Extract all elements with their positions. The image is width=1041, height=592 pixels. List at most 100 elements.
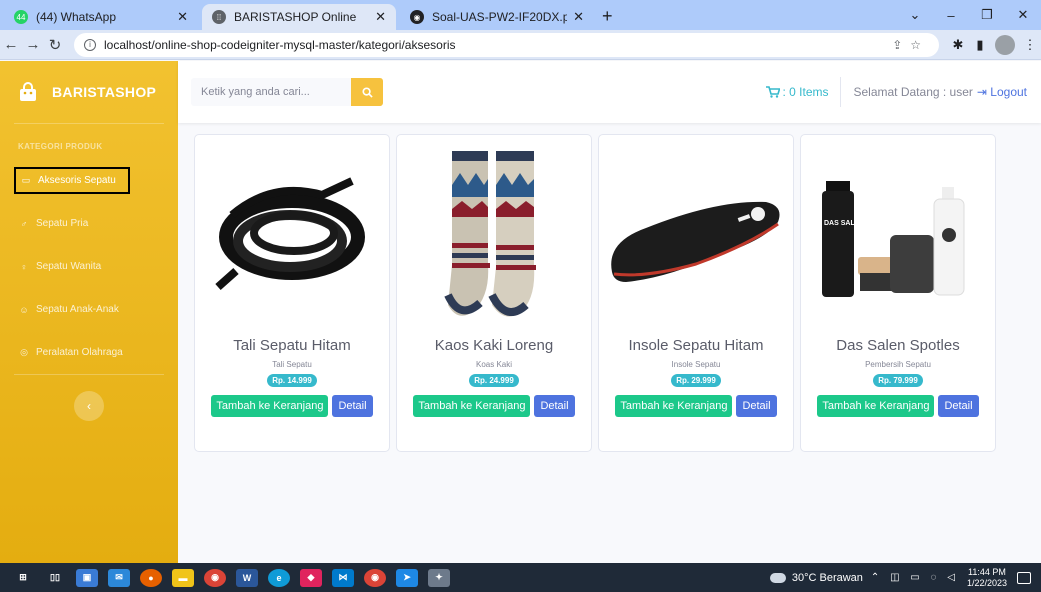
product-card: Insole Sepatu Hitam Insole Sepatu Rp. 29…: [598, 134, 794, 452]
arrow-app-icon[interactable]: ➤: [396, 568, 418, 587]
detail-button[interactable]: Detail: [332, 395, 373, 417]
product-name: Tali Sepatu Hitam: [233, 337, 351, 354]
browser-tab-bar: 44 (44) WhatsApp ✕ ⁞⁞ BARISTASHOP Online…: [0, 0, 1041, 30]
price-badge: Rp. 24.999: [469, 374, 519, 387]
add-to-cart-button[interactable]: Tambah ke Keranjang: [211, 395, 329, 417]
sidebar: BARISTASHOP KATEGORI PRODUK ▭ Aksesoris …: [0, 61, 178, 563]
product-actions: Tambah ke Keranjang Detail: [817, 395, 979, 417]
edge-icon[interactable]: e: [268, 568, 290, 587]
sidebar-toggle-button[interactable]: ‹: [74, 391, 104, 421]
cart-count: : 0 Items: [782, 85, 829, 99]
highlight-box: ▭ Aksesoris Sepatu: [14, 167, 130, 194]
sidebar-item-label: Sepatu Anak-Anak: [36, 304, 119, 315]
taskbar: ⊞ ▯▯ ▣ ✉ ● ▬ ◉ W e ◆ ⋈ ◉ ➤ ✦ 30°C Berawa…: [0, 563, 1041, 592]
restore-button[interactable]: ❐: [969, 7, 1005, 23]
reload-button[interactable]: ↻: [44, 36, 66, 54]
tray-icons[interactable]: ⌃ ◫ ▭ ◌ ◁: [871, 572, 959, 583]
shoe-icon: ▭: [21, 175, 31, 185]
mail-icon[interactable]: ✉: [108, 568, 130, 587]
profile-avatar[interactable]: [995, 34, 1015, 55]
weather-text[interactable]: 30°C Berawan: [792, 572, 863, 584]
bottle-label: DAS SALEN: [824, 220, 864, 227]
notification-icon[interactable]: [1017, 571, 1031, 584]
new-tab-button[interactable]: +: [602, 4, 613, 30]
product-name: Insole Sepatu Hitam: [628, 337, 764, 354]
product-image: [202, 145, 382, 325]
product-card: Tali Sepatu Hitam Tali Sepatu Rp. 14.999…: [194, 134, 390, 452]
detail-button[interactable]: Detail: [736, 395, 777, 417]
firefox-icon[interactable]: ●: [140, 568, 162, 587]
ball-icon: ◎: [20, 347, 28, 357]
divider: [840, 77, 842, 107]
close-icon[interactable]: ✕: [573, 9, 584, 25]
vscode-icon[interactable]: ⋈: [332, 568, 354, 587]
chevron-left-icon: ‹: [87, 399, 91, 413]
tool-app-icon[interactable]: ✦: [428, 568, 450, 587]
sidebar-item-aksesoris-sepatu[interactable]: ▭ Aksesoris Sepatu: [0, 159, 178, 202]
task-view-icon[interactable]: ▯▯: [44, 569, 66, 587]
welcome-text: Selamat Datang : user: [853, 85, 973, 99]
cart-link[interactable]: : 0 Items: [766, 85, 828, 99]
app-icon[interactable]: ◆: [300, 568, 322, 587]
child-icon: ☺: [19, 304, 29, 315]
tab-baristashop[interactable]: ⁞⁞ BARISTASHOP Online ✕: [202, 4, 396, 30]
sidebar-item-sepatu-pria[interactable]: ♂ Sepatu Pria: [0, 202, 178, 245]
cart-icon: [766, 86, 781, 98]
sidebar-item-label: Peralatan Olahraga: [36, 347, 123, 358]
system-tray: 30°C Berawan ⌃ ◫ ▭ ◌ ◁ 11:44 PM 1/22/202…: [769, 567, 1041, 589]
windows-start-icon[interactable]: ⊞: [12, 569, 34, 587]
forward-button[interactable]: →: [22, 36, 44, 53]
product-card: Kaos Kaki Loreng Koas Kaki Rp. 24.999 Ta…: [396, 134, 592, 452]
add-to-cart-button[interactable]: Tambah ke Keranjang: [413, 395, 531, 417]
brand[interactable]: BARISTASHOP: [0, 61, 178, 123]
add-to-cart-button[interactable]: Tambah ke Keranjang: [615, 395, 733, 417]
close-icon[interactable]: ✕: [375, 9, 386, 25]
share-bookmark-icons[interactable]: ⇪☆: [892, 38, 929, 52]
sidepanel-icon[interactable]: ▮: [969, 37, 991, 53]
sidebar-item-label: Sepatu Pria: [36, 218, 89, 229]
product-name: Kaos Kaki Loreng: [434, 337, 554, 354]
tab-whatsapp[interactable]: 44 (44) WhatsApp ✕: [4, 4, 198, 30]
back-button[interactable]: ←: [0, 36, 22, 53]
store-icon[interactable]: ▣: [76, 568, 98, 587]
file-explorer-icon[interactable]: ▬: [172, 568, 194, 587]
search-icon: [361, 86, 373, 98]
add-to-cart-button[interactable]: Tambah ke Keranjang: [817, 395, 935, 417]
extensions-icon[interactable]: ✱: [947, 37, 969, 53]
detail-button[interactable]: Detail: [938, 395, 979, 417]
search-button[interactable]: [351, 78, 383, 106]
menu-icon[interactable]: ⋮: [1019, 37, 1041, 53]
product-actions: Tambah ke Keranjang Detail: [615, 395, 777, 417]
sidebar-item-peralatan-olahraga[interactable]: ◎ Peralatan Olahraga: [0, 331, 178, 374]
chrome-icon[interactable]: ◉: [204, 568, 226, 587]
minimize-button[interactable]: –: [933, 8, 969, 23]
sidebar-item-sepatu-anak-anak[interactable]: ☺ Sepatu Anak-Anak: [0, 288, 178, 331]
detail-button[interactable]: Detail: [534, 395, 575, 417]
info-icon[interactable]: i: [84, 38, 96, 51]
word-icon[interactable]: W: [236, 568, 258, 587]
product-image: [606, 145, 786, 325]
close-window-button[interactable]: ✕: [1005, 7, 1041, 23]
price-badge: Rp. 29.999: [671, 374, 721, 387]
window-controls: ⌄ – ❐ ✕: [897, 0, 1041, 30]
search-input[interactable]: [191, 78, 351, 106]
sidebar-item-sepatu-wanita[interactable]: ♀ Sepatu Wanita: [0, 245, 178, 288]
logout-link[interactable]: ⇥ Logout: [977, 85, 1027, 99]
insole-image: [611, 201, 780, 282]
close-icon[interactable]: ✕: [177, 9, 188, 25]
clock[interactable]: 11:44 PM 1/22/2023: [967, 567, 1007, 589]
female-icon: ♀: [20, 261, 28, 272]
date-text: 1/22/2023: [966, 577, 1007, 588]
chevron-down-icon[interactable]: ⌄: [897, 7, 933, 23]
product-actions: Tambah ke Keranjang Detail: [413, 395, 575, 417]
product-category: Insole Sepatu: [671, 360, 721, 369]
tab-pdf[interactable]: ◉ Soal-UAS-PW2-IF20DX.pdf ✕: [400, 4, 594, 30]
chrome-active-icon[interactable]: ◉: [364, 568, 386, 587]
sidebar-item-label: Sepatu Wanita: [36, 261, 102, 272]
address-bar-row: ← → ↻ i localhost/online-shop-codeignite…: [0, 30, 1041, 60]
product-card: DAS SALEN Das Salen Spotles Pembersih Se…: [800, 134, 996, 452]
url-text: localhost/online-shop-codeigniter-mysql-…: [104, 37, 456, 52]
url-field[interactable]: i localhost/online-shop-codeigniter-mysq…: [74, 32, 939, 57]
price-badge: Rp. 14.999: [267, 374, 317, 387]
shoe-cleaner-kit-image: DAS SALEN: [822, 181, 965, 297]
